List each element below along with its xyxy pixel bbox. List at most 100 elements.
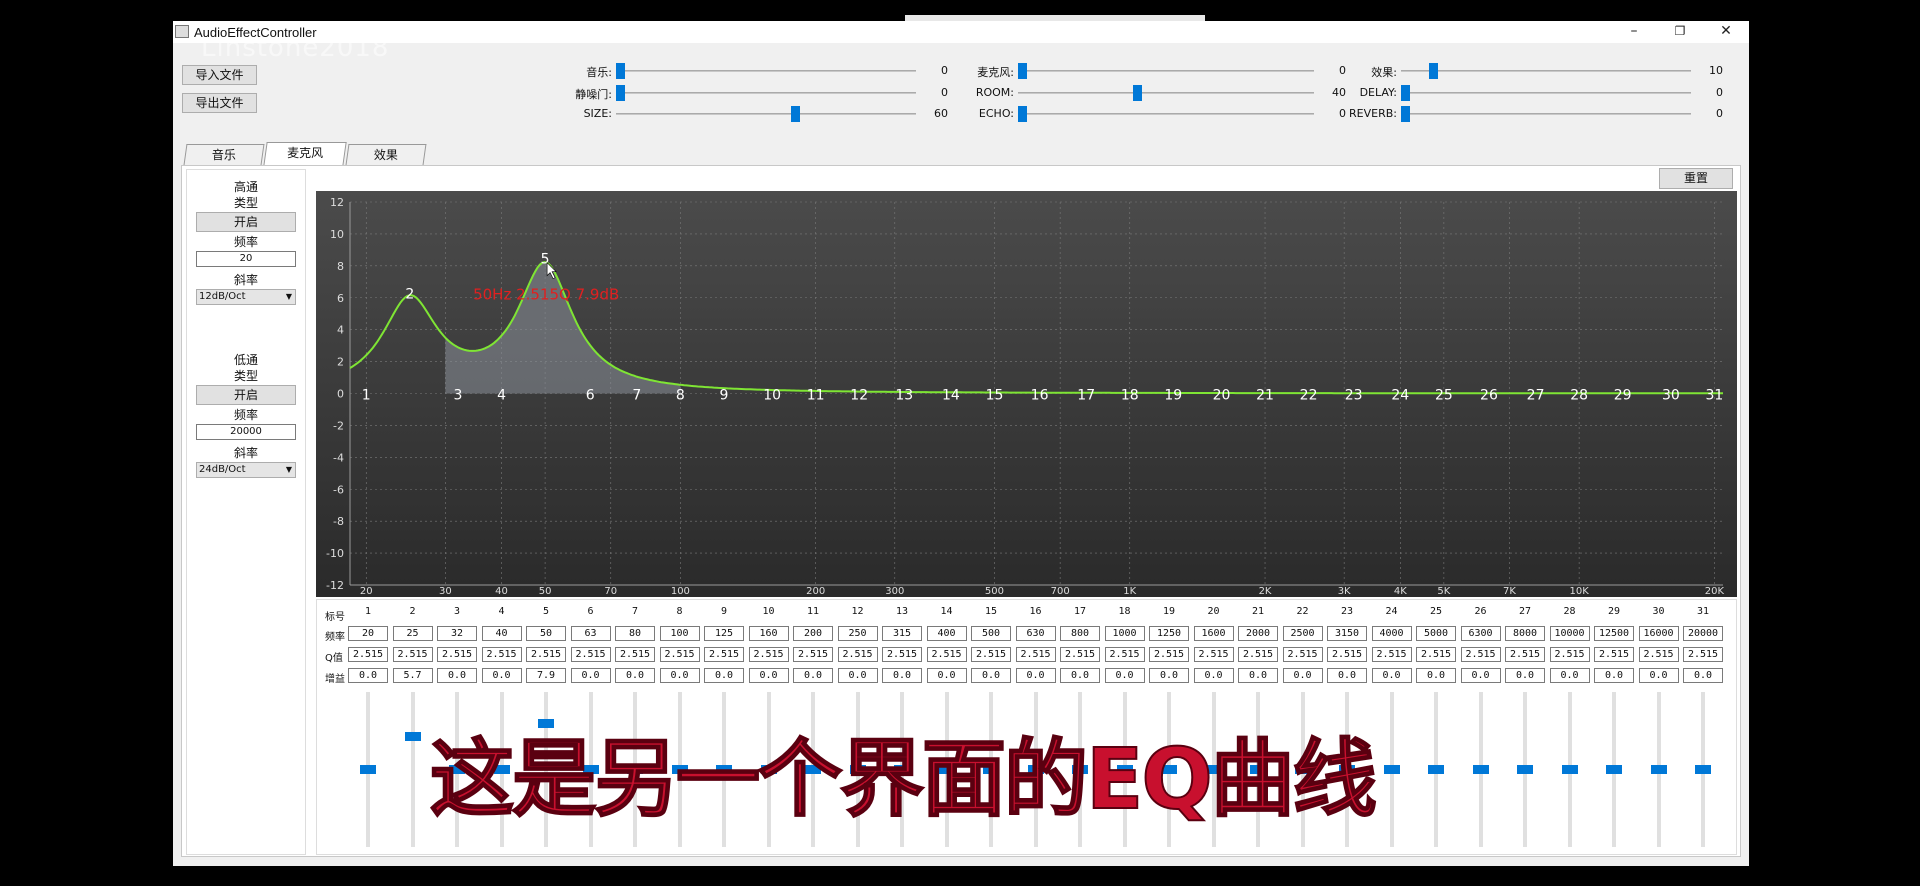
- slider-noise-gate-track[interactable]: [616, 92, 916, 94]
- band-freq-input[interactable]: 3150: [1327, 626, 1367, 641]
- slider-microphone-track[interactable]: [1018, 70, 1314, 72]
- band-freq-input[interactable]: 4000: [1371, 626, 1412, 641]
- band-gain-input[interactable]: 0.0: [704, 668, 744, 683]
- band-gain-input[interactable]: 0.0: [615, 668, 655, 683]
- band-gain-input[interactable]: 0.0: [659, 668, 700, 683]
- band-q-input[interactable]: 2.515: [704, 647, 744, 662]
- band-gain-input[interactable]: 0.0: [1594, 668, 1634, 683]
- band-q-input[interactable]: 2.515: [1683, 647, 1723, 662]
- band-gain-input[interactable]: 0.0: [1193, 668, 1234, 683]
- export-file-button[interactable]: 导出文件: [182, 93, 257, 113]
- lowpass-enable-button[interactable]: 开启: [196, 385, 296, 405]
- restore-button[interactable]: ❐: [1657, 21, 1703, 43]
- band-freq-input[interactable]: 500: [971, 626, 1011, 641]
- band-gain-input[interactable]: 0.0: [437, 668, 477, 683]
- band-freq-input[interactable]: 1000: [1104, 626, 1145, 641]
- band-freq-input[interactable]: 250: [837, 626, 878, 641]
- slider-music-thumb[interactable]: [616, 63, 625, 79]
- band-gain-slider-thumb[interactable]: [1561, 765, 1578, 774]
- band-freq-input[interactable]: 5000: [1416, 626, 1456, 641]
- band-freq-input[interactable]: 6300: [1460, 626, 1501, 641]
- band-gain-slider-thumb[interactable]: [404, 731, 421, 741]
- lowpass-freq-input[interactable]: 20000: [196, 424, 296, 440]
- band-freq-input[interactable]: 160: [748, 626, 789, 641]
- band-gain-input[interactable]: 0.0: [1371, 668, 1412, 683]
- band-gain-slider-thumb[interactable]: [1650, 765, 1667, 774]
- band-gain-input[interactable]: 0.0: [793, 668, 833, 683]
- band-gain-input[interactable]: 0.0: [1060, 668, 1100, 683]
- band-gain-slider-thumb[interactable]: [1472, 765, 1489, 774]
- band-gain-slider-thumb[interactable]: [1428, 765, 1444, 774]
- band-q-input[interactable]: 2.515: [1015, 647, 1056, 662]
- slider-echo-thumb[interactable]: [1018, 106, 1027, 122]
- band-gain-input[interactable]: 0.0: [1416, 668, 1456, 683]
- band-freq-input[interactable]: 8000: [1505, 626, 1545, 641]
- band-q-input[interactable]: 2.515: [1371, 647, 1412, 662]
- import-file-button[interactable]: 导入文件: [182, 65, 257, 85]
- band-freq-input[interactable]: 100: [659, 626, 700, 641]
- slider-effect-track[interactable]: [1401, 70, 1691, 72]
- band-q-input[interactable]: 2.515: [1594, 647, 1634, 662]
- band-q-input[interactable]: 2.515: [1149, 647, 1189, 662]
- band-q-input[interactable]: 2.515: [526, 647, 566, 662]
- band-freq-input[interactable]: 63: [570, 626, 611, 641]
- band-q-input[interactable]: 2.515: [348, 647, 388, 662]
- slider-reverb-track[interactable]: [1401, 113, 1691, 115]
- band-q-input[interactable]: 2.515: [971, 647, 1011, 662]
- slider-music-track[interactable]: [616, 70, 916, 72]
- band-freq-input[interactable]: 315: [882, 626, 922, 641]
- band-gain-input[interactable]: 0.0: [837, 668, 878, 683]
- band-gain-input[interactable]: 0.0: [570, 668, 611, 683]
- band-q-input[interactable]: 2.515: [1460, 647, 1501, 662]
- band-gain-slider-thumb[interactable]: [1383, 765, 1400, 774]
- band-q-input[interactable]: 2.515: [793, 647, 833, 662]
- band-gain-input[interactable]: 0.0: [1282, 668, 1323, 683]
- band-gain-input[interactable]: 0.0: [882, 668, 922, 683]
- band-freq-input[interactable]: 400: [926, 626, 967, 641]
- band-gain-input[interactable]: 0.0: [748, 668, 789, 683]
- band-freq-input[interactable]: 2500: [1282, 626, 1323, 641]
- eq-chart[interactable]: 12 10 8 6 4 2 0 -2 -4 -6 -8 -10 -12 20 30 40 50 70 100 200 3…: [316, 191, 1737, 597]
- close-button[interactable]: ✕: [1703, 21, 1749, 43]
- band-gain-input[interactable]: 0.0: [1683, 668, 1723, 683]
- highpass-enable-button[interactable]: 开启: [196, 212, 296, 232]
- band-gain-slider-thumb[interactable]: [1517, 765, 1533, 774]
- slider-room-track[interactable]: [1018, 92, 1314, 94]
- band-gain-input[interactable]: 0.0: [1327, 668, 1367, 683]
- band-gain-input[interactable]: 0.0: [1549, 668, 1590, 683]
- tab-microphone[interactable]: 麦克风: [263, 142, 347, 166]
- band-gain-input[interactable]: 5.7: [392, 668, 433, 683]
- band-q-input[interactable]: 2.515: [1638, 647, 1679, 662]
- band-q-input[interactable]: 2.515: [748, 647, 789, 662]
- band-q-input[interactable]: 2.515: [481, 647, 522, 662]
- band-freq-input[interactable]: 32: [437, 626, 477, 641]
- slider-room-thumb[interactable]: [1133, 85, 1142, 101]
- band-freq-input[interactable]: 125: [704, 626, 744, 641]
- band-gain-input[interactable]: 0.0: [348, 668, 388, 683]
- slider-echo-track[interactable]: [1018, 113, 1314, 115]
- band-q-input[interactable]: 2.515: [837, 647, 878, 662]
- band-gain-input[interactable]: 0.0: [1104, 668, 1145, 683]
- band-freq-input[interactable]: 50: [526, 626, 566, 641]
- minimize-button[interactable]: –: [1611, 21, 1657, 43]
- slider-delay-thumb[interactable]: [1401, 85, 1410, 101]
- band-gain-slider-track[interactable]: [410, 692, 415, 847]
- tab-effect[interactable]: 效果: [345, 144, 427, 165]
- band-gain-input[interactable]: 0.0: [1460, 668, 1501, 683]
- band-freq-input[interactable]: 25: [392, 626, 433, 641]
- band-gain-slider-thumb[interactable]: [360, 765, 376, 774]
- band-freq-input[interactable]: 630: [1015, 626, 1056, 641]
- band-q-input[interactable]: 2.515: [1060, 647, 1100, 662]
- band-q-input[interactable]: 2.515: [882, 647, 922, 662]
- band-gain-input[interactable]: 0.0: [1015, 668, 1056, 683]
- band-freq-input[interactable]: 200: [793, 626, 833, 641]
- band-freq-input[interactable]: 40: [481, 626, 522, 641]
- slider-reverb-thumb[interactable]: [1401, 106, 1410, 122]
- band-freq-input[interactable]: 16000: [1638, 626, 1679, 641]
- band-freq-input[interactable]: 20000: [1683, 626, 1723, 641]
- slider-delay-track[interactable]: [1401, 92, 1691, 94]
- band-q-input[interactable]: 2.515: [1505, 647, 1545, 662]
- lowpass-slope-select[interactable]: 24dB/Oct ▼: [196, 462, 296, 478]
- band-gain-slider-thumb[interactable]: [1695, 765, 1711, 774]
- band-q-input[interactable]: 2.515: [659, 647, 700, 662]
